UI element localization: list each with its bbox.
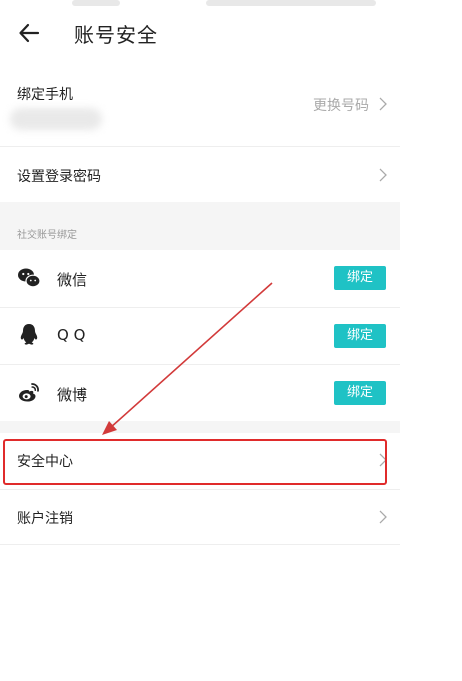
page: 账号安全 绑定手机 更换号码 设置登录密码 社交账号绑定 微信 绑定 Q Q 绑… [0, 0, 462, 681]
bind-phone-label: 绑定手机 [17, 87, 73, 103]
qq-label: Q Q [57, 326, 86, 344]
chevron-right-icon [379, 168, 387, 182]
bind-wechat-button[interactable]: 绑定 [334, 266, 386, 290]
weibo-label: 微博 [57, 386, 88, 404]
divider [0, 544, 400, 545]
chevron-right-icon [379, 97, 387, 111]
change-number-link[interactable]: 更换号码 [313, 95, 369, 115]
annotation-highlight-box [3, 439, 387, 485]
account-cancel-label: 账户注销 [17, 511, 73, 527]
header-bar: 账号安全 [0, 0, 400, 66]
qq-icon [20, 324, 38, 345]
wechat-label: 微信 [57, 271, 88, 289]
wechat-icon [18, 268, 41, 288]
weibo-icon [19, 383, 39, 402]
back-arrow-icon[interactable] [18, 22, 40, 44]
account-security-screen: 账号安全 绑定手机 更换号码 设置登录密码 社交账号绑定 微信 绑定 Q Q 绑… [0, 0, 400, 681]
chevron-right-icon [379, 510, 387, 524]
phone-number-value-blurred [10, 108, 102, 130]
social-section-title: 社交账号绑定 [17, 230, 77, 241]
page-title: 账号安全 [74, 23, 158, 47]
bind-weibo-button[interactable]: 绑定 [334, 381, 386, 405]
section-spacer [0, 421, 400, 433]
bind-qq-button[interactable]: 绑定 [334, 324, 386, 348]
set-password-label: 设置登录密码 [17, 169, 101, 185]
